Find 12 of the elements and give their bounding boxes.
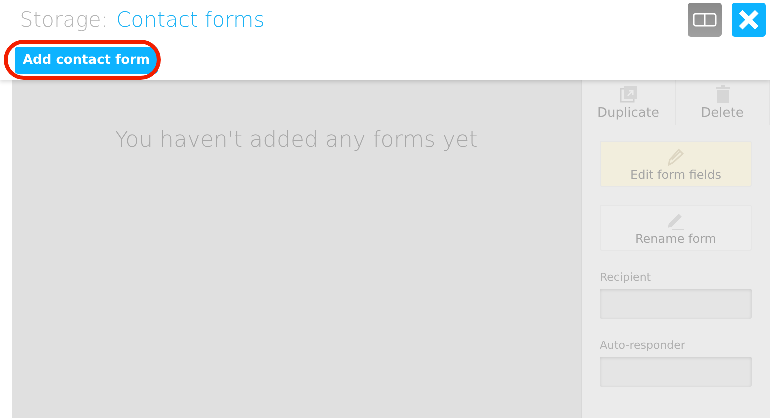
close-icon bbox=[738, 9, 760, 31]
field-label: Recipient bbox=[600, 271, 652, 284]
add-contact-form-button[interactable]: Add contact form bbox=[15, 47, 158, 74]
window-title: Contact forms bbox=[116, 7, 265, 34]
duplicate-icon bbox=[620, 85, 638, 103]
field-label: Auto-responder bbox=[600, 339, 686, 352]
title-prefix: Storage: bbox=[20, 7, 109, 34]
split-view-icon bbox=[693, 13, 717, 27]
close-button[interactable] bbox=[732, 3, 766, 37]
split-view-button[interactable] bbox=[688, 3, 722, 37]
empty-message: You haven't added any forms yet bbox=[115, 128, 478, 155]
pencil-icon bbox=[666, 146, 686, 166]
